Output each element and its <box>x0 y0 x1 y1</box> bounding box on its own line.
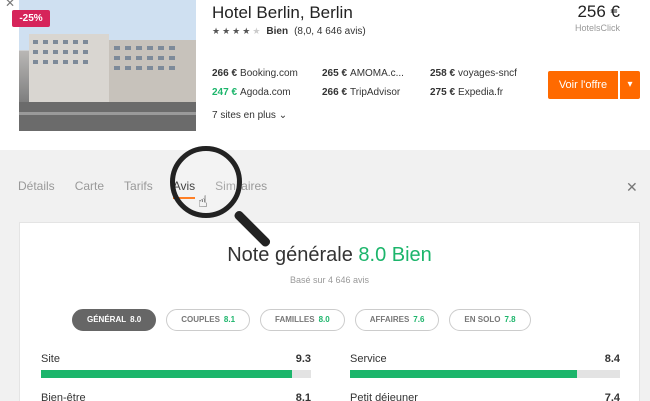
filter-solo[interactable]: EN SOLO 7.8 <box>449 309 531 331</box>
close-icon[interactable]: ✕ <box>5 0 15 10</box>
filter-families[interactable]: FAMILLES 8.0 <box>260 309 345 331</box>
rating-word: Bien <box>266 26 289 37</box>
hand-cursor-icon: ☝ <box>198 194 208 211</box>
more-sites-link[interactable]: 7 sites en plus ⌄ <box>212 110 287 121</box>
chevron-down-icon: ⌄ <box>278 110 288 121</box>
price-item[interactable]: 275 € Expedia.fr <box>430 87 542 98</box>
metric-wellness: Bien-être 8.1 <box>41 392 311 401</box>
tab-map[interactable]: Carte <box>75 179 104 193</box>
price-item[interactable]: 266 € Booking.com <box>212 68 322 79</box>
tab-details[interactable]: Détails <box>18 179 55 193</box>
discount-badge: -25% <box>12 10 50 27</box>
star-empty-icon: ★ <box>252 26 261 36</box>
price-item[interactable]: 258 € voyages-sncf <box>430 68 542 79</box>
metric-bar <box>350 370 620 378</box>
overall-score: 8.0 Bien <box>358 244 432 266</box>
best-price-source: HotelsClick <box>574 23 620 33</box>
metric-bar-fill <box>41 370 293 378</box>
star-rating: ★ ★ ★ ★ ★ <box>212 26 260 37</box>
price-item[interactable]: 266 € TripAdvisor <box>322 87 430 98</box>
star-icon: ★ <box>212 26 221 36</box>
price-item[interactable]: 265 € AMOMA.c... <box>322 68 430 79</box>
metric-bar <box>41 370 311 378</box>
rating-line: ★ ★ ★ ★ ★ Bien (8,0, 4 646 avis) <box>212 26 366 37</box>
tab-bar: Détails Carte Tarifs Avis Similaires <box>18 179 287 199</box>
filter-general[interactable]: GÉNÉRAL 8.0 <box>72 309 157 331</box>
metric-service: Service 8.4 <box>350 353 620 378</box>
details-panel: Détails Carte Tarifs Avis Similaires ✕ N… <box>0 150 650 401</box>
filter-business[interactable]: AFFAIRES 7.6 <box>354 309 440 331</box>
traveller-filters: GÉNÉRAL 8.0 COUPLES 8.1 FAMILLES 8.0 AFFAIR… <box>72 309 531 331</box>
chevron-down-icon: ▾ <box>627 79 633 90</box>
reviews-section: Note générale 8.0 Bien Basé sur 4 646 av… <box>19 222 640 401</box>
hotel-card: ✕ -25% Hotel Berlin, Berlin ★ ★ ★ ★ ★ Bi… <box>0 0 650 150</box>
price-comparison: 266 € Booking.com 265 € AMOMA.c... 258 € vo… <box>212 68 542 98</box>
offer-dropdown-button[interactable]: ▾ <box>620 71 640 99</box>
overall-rating: Note générale 8.0 Bien <box>227 244 432 266</box>
price-item[interactable]: 247 € Agoda.com <box>212 87 322 98</box>
star-icon: ★ <box>232 26 241 36</box>
rating-detail: (8,0, 4 646 avis) <box>294 26 366 37</box>
metric-site: Site 9.3 <box>41 353 311 378</box>
star-icon: ★ <box>242 26 251 36</box>
view-offer-button[interactable]: Voir l'offre <box>548 71 618 99</box>
star-icon: ★ <box>222 26 231 36</box>
reviews-count: Basé sur 4 646 avis <box>289 275 370 285</box>
metric-breakfast: Petit déjeuner 7.4 <box>350 392 620 401</box>
metric-bar-fill <box>350 370 577 378</box>
filter-couples[interactable]: COUPLES 8.1 <box>166 309 251 331</box>
tab-rates[interactable]: Tarifs <box>124 179 153 193</box>
close-icon[interactable]: ✕ <box>626 179 638 196</box>
hotel-title[interactable]: Hotel Berlin, Berlin <box>212 3 353 23</box>
best-price: 256 € <box>577 2 620 21</box>
